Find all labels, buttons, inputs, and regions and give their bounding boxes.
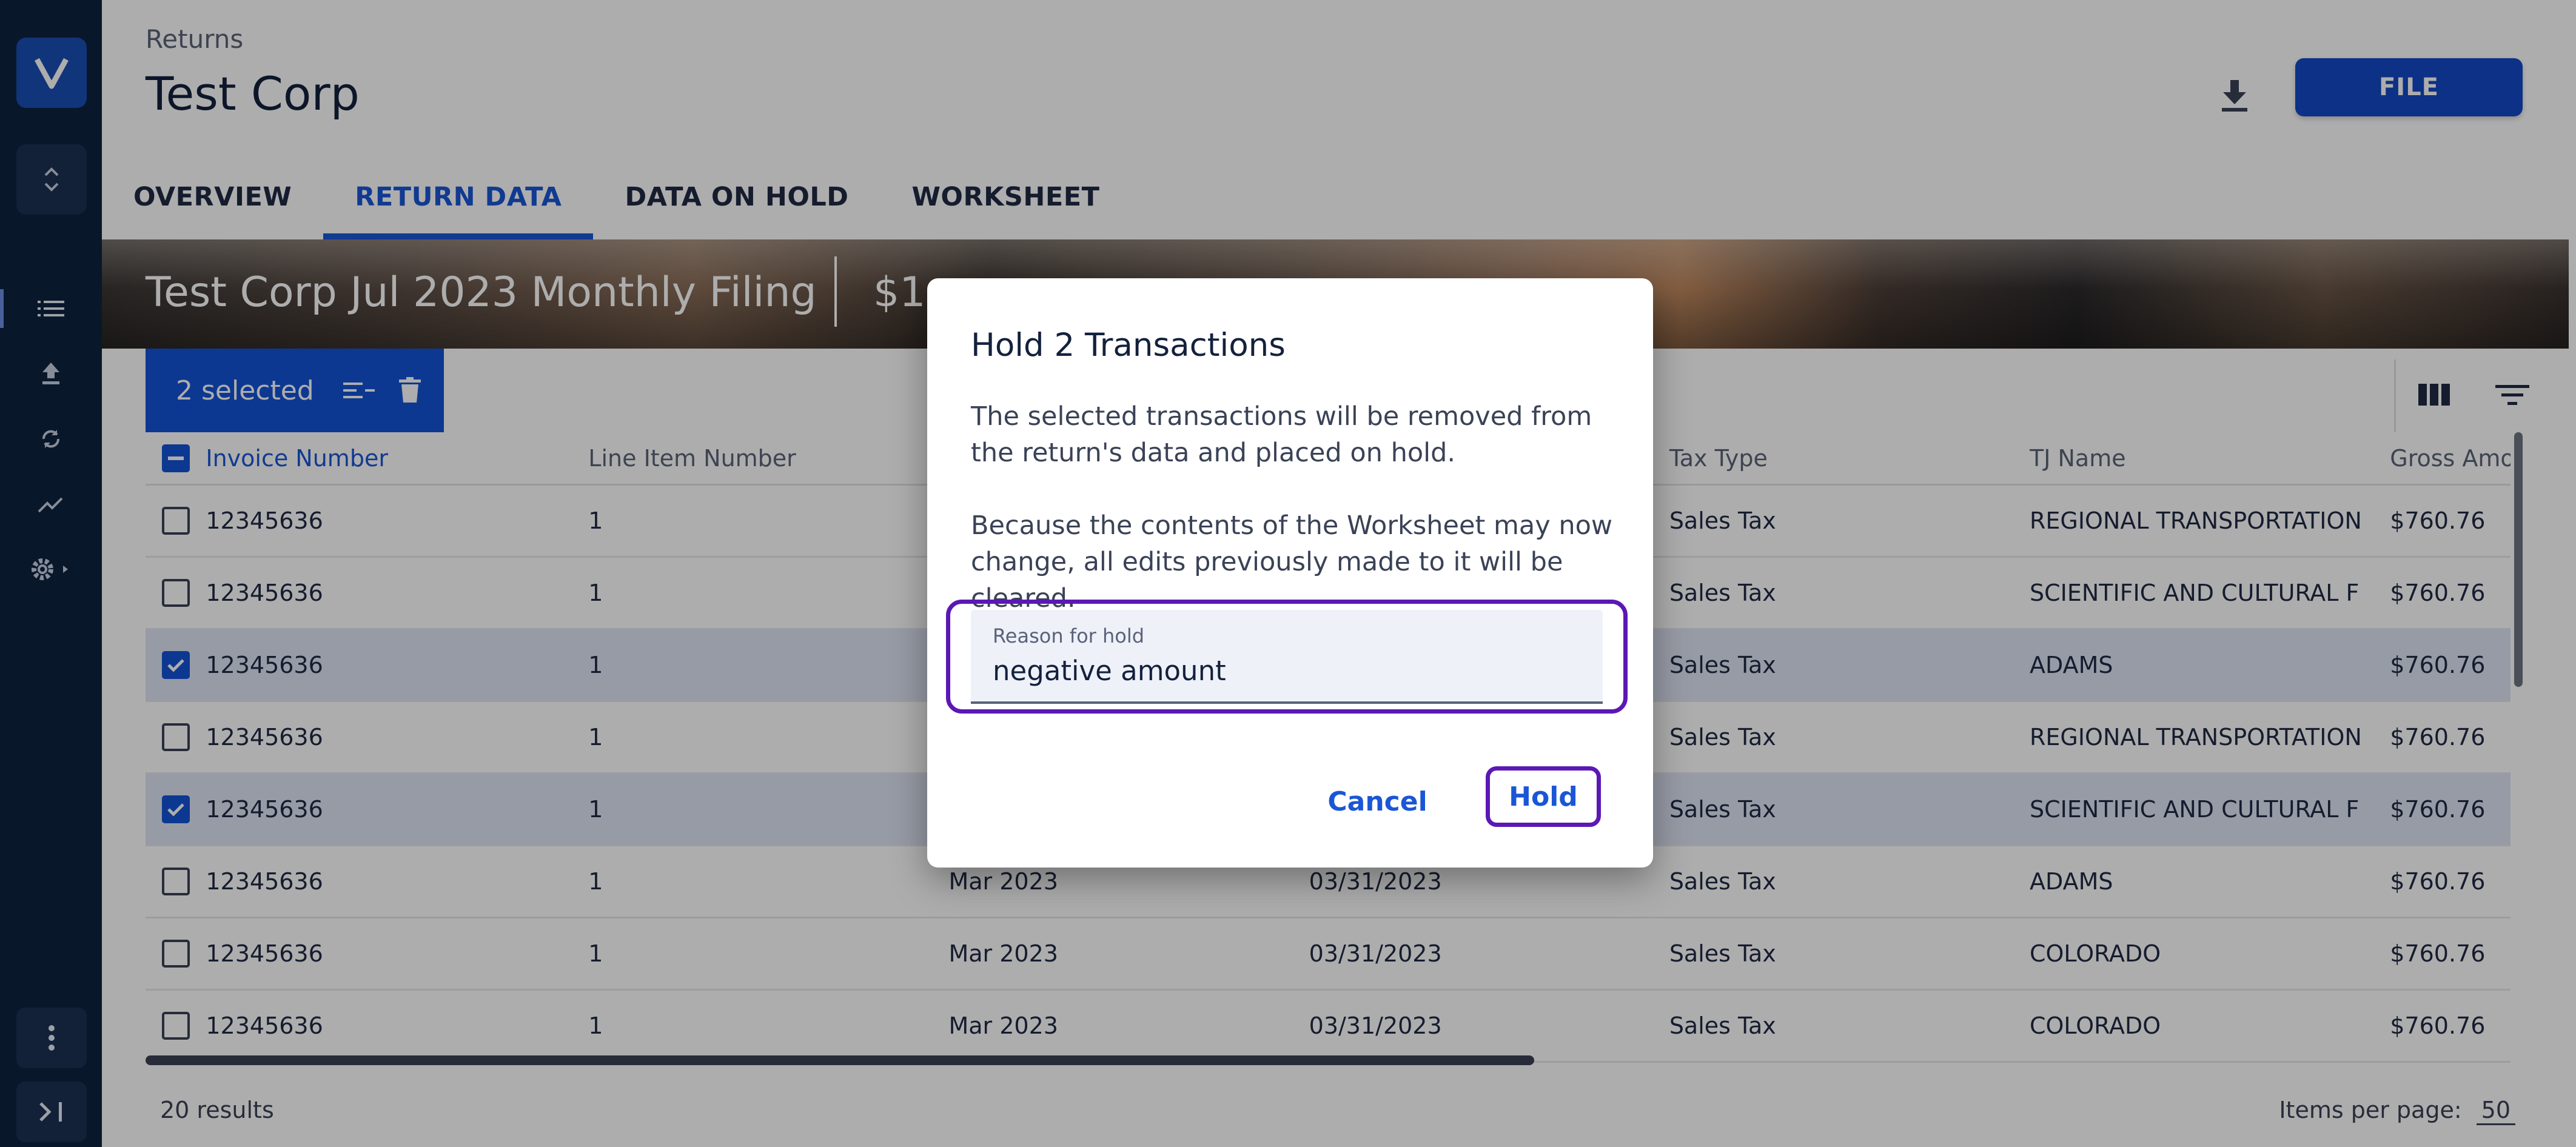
hold-button[interactable]: Hold: [1486, 766, 1601, 827]
dialog-paragraph-1: The selected transactions will be remove…: [971, 401, 1592, 468]
dialog-title: Hold 2 Transactions: [971, 327, 1286, 364]
reason-for-hold-input[interactable]: negative amount: [993, 655, 1226, 687]
dialog-body: The selected transactions will be remove…: [971, 398, 1614, 617]
cancel-button[interactable]: Cancel: [1303, 772, 1452, 831]
reason-for-hold-field[interactable]: Reason for hold negative amount: [971, 610, 1603, 704]
hold-transactions-dialog: Hold 2 Transactions The selected transac…: [927, 278, 1653, 868]
reason-for-hold-label: Reason for hold: [993, 624, 1145, 647]
